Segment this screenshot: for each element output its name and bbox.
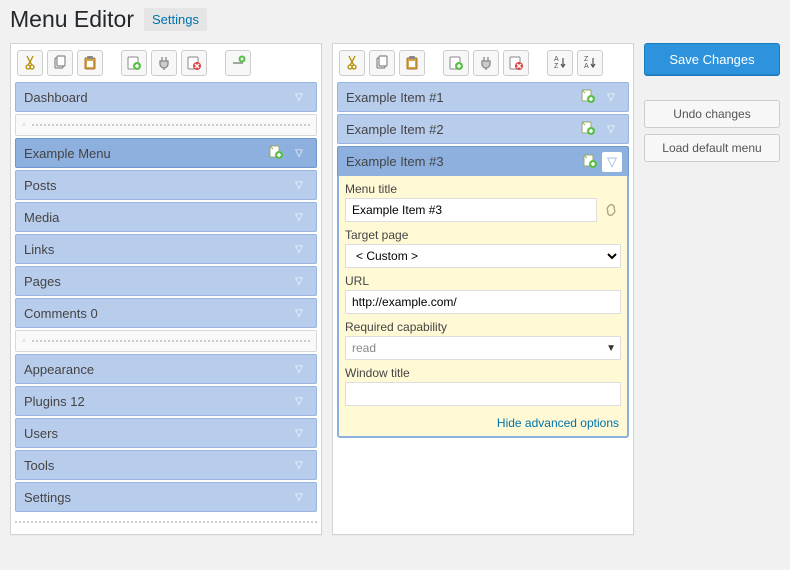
expand-icon[interactable]: ▽ [288, 460, 310, 471]
expand-icon[interactable]: ▽ [288, 396, 310, 407]
menu-item-label: Pages [24, 274, 288, 289]
hide-advanced-link[interactable]: Hide advanced options [345, 412, 621, 432]
expand-icon[interactable]: ▽ [288, 148, 310, 159]
plugin-menu-button[interactable] [151, 50, 177, 76]
item-editor: Menu title Target page < Custom > URL Re… [337, 176, 629, 438]
new-flag-icon [580, 120, 598, 138]
expand-icon[interactable]: ▽ [288, 244, 310, 255]
submenu-item-label: Example Item #1 [346, 90, 580, 105]
menu-item[interactable]: Appearance▽ [15, 354, 317, 384]
menu-item-label: Media [24, 210, 288, 225]
menu-item-label: Appearance [24, 362, 288, 377]
required-capability-input[interactable]: read▼ [345, 336, 621, 360]
menu-item[interactable]: Comments 0▽ [15, 298, 317, 328]
sort-desc-button[interactable] [577, 50, 603, 76]
separator-icon: ◦ [22, 119, 26, 131]
menu-item-label: Example Menu [24, 146, 268, 161]
window-title-input[interactable] [345, 382, 621, 406]
submenu-item[interactable]: Example Item #1 ▽ [337, 82, 629, 112]
copy-button[interactable] [369, 50, 395, 76]
cut-button[interactable] [339, 50, 365, 76]
left-toolbar [15, 48, 317, 78]
page-title: Menu Editor [10, 6, 134, 33]
menu-item-label: Posts [24, 178, 288, 193]
submenu-item-label: Example Item #2 [346, 122, 580, 137]
menu-item[interactable]: Posts▽ [15, 170, 317, 200]
menu-item[interactable]: Example Menu ▽ [15, 138, 317, 168]
menu-title-label: Menu title [345, 182, 621, 196]
page-header: Menu Editor Settings [0, 0, 790, 43]
required-capability-label: Required capability [345, 320, 621, 334]
delete-menu-button[interactable] [181, 50, 207, 76]
url-input[interactable] [345, 290, 621, 314]
right-toolbar [337, 48, 629, 78]
menu-title-input[interactable] [345, 198, 597, 222]
menu-item-label: Comments 0 [24, 306, 288, 321]
load-default-button[interactable]: Load default menu [644, 134, 780, 162]
link-icon[interactable] [601, 199, 621, 221]
plugin-item-button[interactable] [473, 50, 499, 76]
save-button[interactable]: Save Changes [644, 43, 780, 76]
actions-column: Save Changes Undo changes Load default m… [644, 43, 780, 535]
tab-settings[interactable]: Settings [144, 8, 207, 31]
menu-item[interactable]: Media▽ [15, 202, 317, 232]
paste-button[interactable] [399, 50, 425, 76]
menu-item-label: Users [24, 426, 288, 441]
copy-button[interactable] [47, 50, 73, 76]
submenu-item[interactable]: Example Item #2 ▽ [337, 114, 629, 144]
delete-item-button[interactable] [503, 50, 529, 76]
paste-button[interactable] [77, 50, 103, 76]
expand-icon[interactable]: ▽ [288, 180, 310, 191]
submenu-item[interactable]: Example Item #3 ▽ [337, 146, 629, 176]
sort-asc-button[interactable] [547, 50, 573, 76]
collapse-icon[interactable]: ▽ [602, 152, 622, 172]
menu-item[interactable]: Users▽ [15, 418, 317, 448]
new-flag-icon [268, 144, 286, 162]
separator-icon: ◦ [22, 335, 26, 347]
menu-item-label: Plugins 12 [24, 394, 288, 409]
undo-button[interactable]: Undo changes [644, 100, 780, 128]
target-page-label: Target page [345, 228, 621, 242]
menu-item[interactable]: Links▽ [15, 234, 317, 264]
menu-separator[interactable]: ◦ [15, 330, 317, 352]
expand-icon[interactable]: ▽ [288, 276, 310, 287]
expand-icon[interactable]: ▽ [600, 124, 622, 135]
menu-item[interactable]: Tools▽ [15, 450, 317, 480]
new-item-button[interactable] [443, 50, 469, 76]
submenu-panel: Example Item #1▽Example Item #2▽Example … [332, 43, 634, 535]
menu-item-label: Links [24, 242, 288, 257]
new-separator-button[interactable] [225, 50, 251, 76]
expand-icon[interactable]: ▽ [288, 492, 310, 503]
menu-item[interactable]: Dashboard▽ [15, 82, 317, 112]
new-menu-button[interactable] [121, 50, 147, 76]
expand-icon[interactable]: ▽ [288, 308, 310, 319]
new-flag-icon [582, 153, 600, 171]
menu-item[interactable]: Plugins 12▽ [15, 386, 317, 416]
bottom-separator [15, 514, 317, 530]
menu-separator[interactable]: ◦ [15, 114, 317, 136]
expand-icon[interactable]: ▽ [288, 428, 310, 439]
expand-icon[interactable]: ▽ [288, 364, 310, 375]
menu-item-label: Tools [24, 458, 288, 473]
window-title-label: Window title [345, 366, 621, 380]
menu-item-label: Dashboard [24, 90, 288, 105]
menu-item-label: Settings [24, 490, 288, 505]
expand-icon[interactable]: ▽ [288, 212, 310, 223]
cut-button[interactable] [17, 50, 43, 76]
expand-icon[interactable]: ▽ [288, 92, 310, 103]
expand-icon[interactable]: ▽ [600, 92, 622, 103]
target-page-select[interactable]: < Custom > [345, 244, 621, 268]
menu-item[interactable]: Settings▽ [15, 482, 317, 512]
menu-item[interactable]: Pages▽ [15, 266, 317, 296]
top-level-menu-panel: Dashboard▽◦Example Menu▽Posts▽Media▽Link… [10, 43, 322, 535]
new-flag-icon [580, 88, 598, 106]
url-label: URL [345, 274, 621, 288]
submenu-item-label: Example Item #3 [346, 154, 582, 169]
